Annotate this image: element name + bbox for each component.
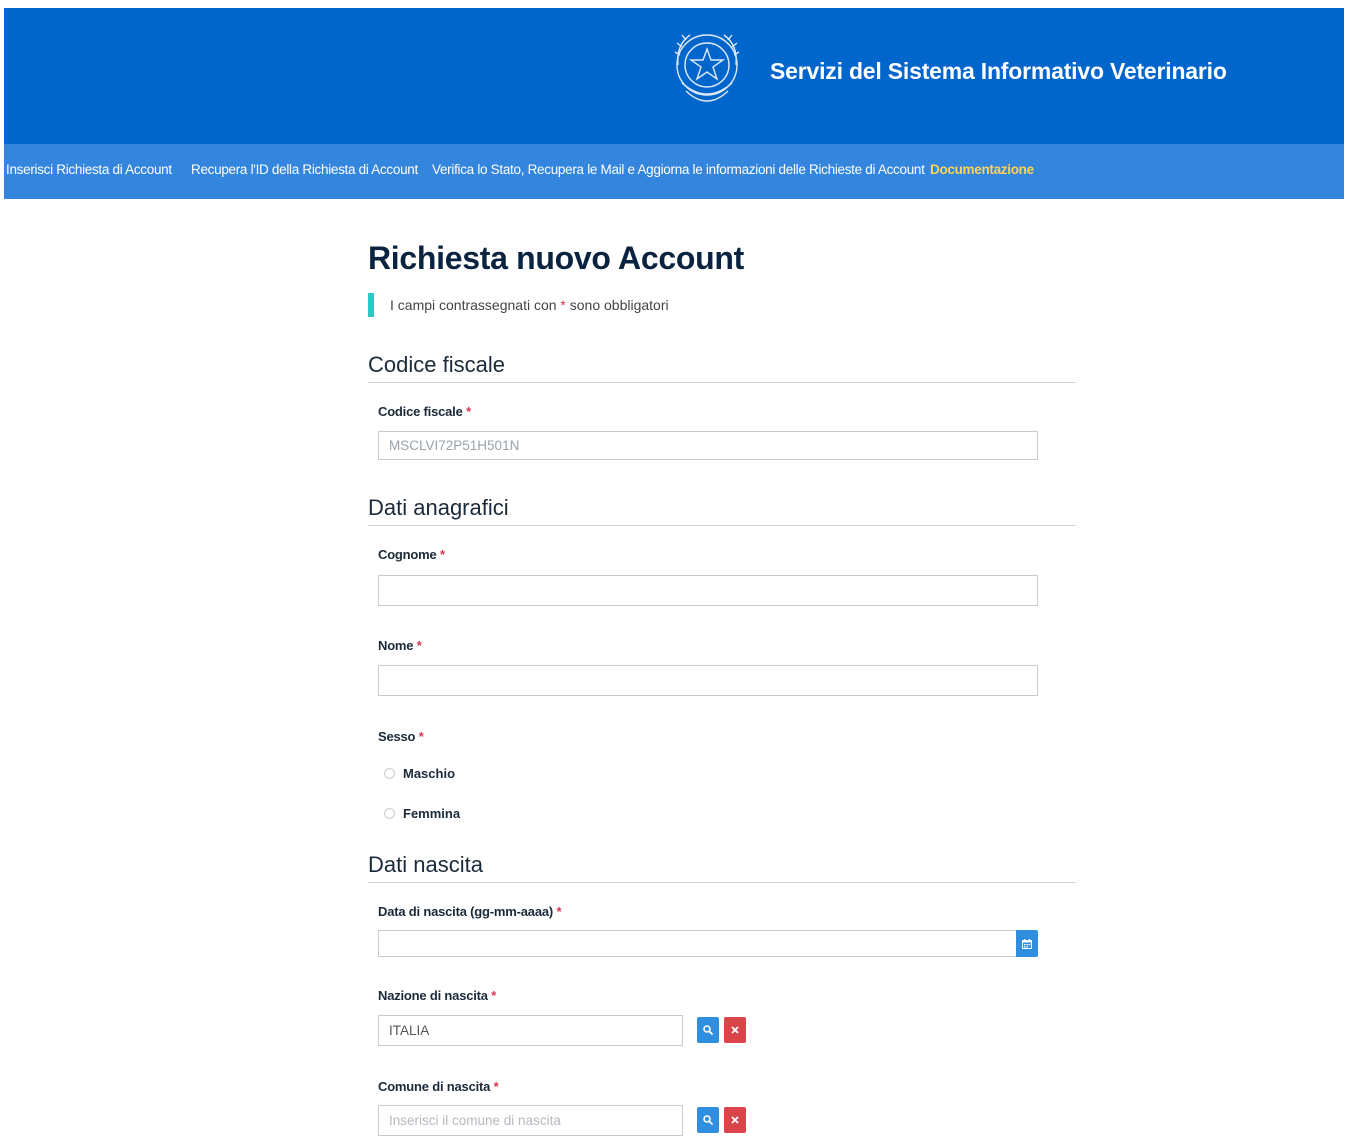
- comune-nascita-input[interactable]: [378, 1105, 683, 1136]
- nazione-nascita-label-text: Nazione di nascita: [378, 988, 488, 1003]
- required-star: *: [491, 988, 497, 1003]
- required-note-suffix: sono obbligatori: [565, 297, 669, 313]
- nav-item-recupera-id[interactable]: Recupera l'ID della Richiesta di Account: [191, 162, 418, 177]
- required-star: *: [466, 404, 471, 419]
- site-header: Servizi del Sistema Informativo Veterina…: [4, 8, 1344, 144]
- section-title-codice-fiscale: Codice fiscale: [368, 352, 1076, 383]
- search-icon: [703, 1025, 713, 1035]
- nav-item-documentazione[interactable]: Documentazione: [930, 162, 1034, 177]
- nome-label: Nome *: [378, 638, 422, 653]
- comune-nascita-label-text: Comune di nascita: [378, 1079, 491, 1094]
- sesso-label-text: Sesso: [378, 729, 416, 744]
- nome-label-text: Nome: [378, 638, 414, 653]
- site-title: Servizi del Sistema Informativo Veterina…: [770, 58, 1227, 84]
- codice-fiscale-label: Codice fiscale *: [378, 404, 471, 419]
- sesso-label: Sesso *: [378, 729, 424, 744]
- page-title: Richiesta nuovo Account: [368, 240, 744, 276]
- close-icon: [731, 1026, 739, 1034]
- comune-clear-button[interactable]: [724, 1107, 746, 1133]
- nome-input[interactable]: [378, 665, 1038, 696]
- required-star: *: [416, 638, 422, 653]
- data-nascita-label-text: Data di nascita (gg-mm-aaaa): [378, 904, 554, 919]
- required-fields-note: I campi contrassegnati con * sono obblig…: [368, 293, 669, 317]
- required-star: *: [418, 729, 424, 744]
- data-nascita-input[interactable]: [378, 930, 1017, 957]
- radio-label-maschio: Maschio: [403, 765, 456, 781]
- radio-label-femmina: Femmina: [403, 805, 461, 821]
- data-nascita-label: Data di nascita (gg-mm-aaaa) *: [378, 904, 561, 919]
- radio-maschio[interactable]: Maschio: [384, 764, 455, 782]
- required-star: *: [493, 1079, 499, 1094]
- required-star: *: [439, 547, 445, 562]
- comune-nascita-label: Comune di nascita *: [378, 1079, 499, 1094]
- radio-button-femmina[interactable]: [384, 807, 395, 819]
- section-title-dati-anagrafici: Dati anagrafici: [368, 495, 1076, 526]
- nazione-search-button[interactable]: [697, 1017, 719, 1043]
- cognome-label: Cognome *: [378, 547, 445, 562]
- comune-search-button[interactable]: [697, 1107, 719, 1133]
- cognome-label-text: Cognome: [378, 547, 437, 562]
- close-icon: [731, 1116, 739, 1124]
- required-note-prefix: I campi contrassegnati con: [390, 297, 561, 313]
- section-title-dati-nascita: Dati nascita: [368, 852, 1076, 883]
- codice-fiscale-label-text: Codice fiscale: [378, 404, 463, 419]
- nazione-clear-button[interactable]: [724, 1017, 746, 1043]
- radio-button-maschio[interactable]: [384, 767, 395, 779]
- radio-femmina[interactable]: Femmina: [384, 804, 460, 822]
- cognome-input[interactable]: [378, 575, 1038, 606]
- codice-fiscale-input[interactable]: [378, 431, 1038, 460]
- main-navbar: Inserisci Richiesta di Account Recupera …: [4, 144, 1344, 199]
- nazione-nascita-input[interactable]: [378, 1015, 683, 1046]
- calendar-button[interactable]: [1016, 930, 1038, 957]
- nav-item-inserisci-richiesta[interactable]: Inserisci Richiesta di Account: [6, 162, 172, 177]
- italian-republic-emblem-icon: [674, 34, 740, 102]
- required-star: *: [556, 904, 562, 919]
- search-icon: [703, 1115, 713, 1125]
- calendar-icon: [1022, 938, 1032, 949]
- nazione-nascita-label: Nazione di nascita *: [378, 988, 496, 1003]
- nav-item-verifica-stato[interactable]: Verifica lo Stato, Recupera le Mail e Ag…: [432, 162, 925, 177]
